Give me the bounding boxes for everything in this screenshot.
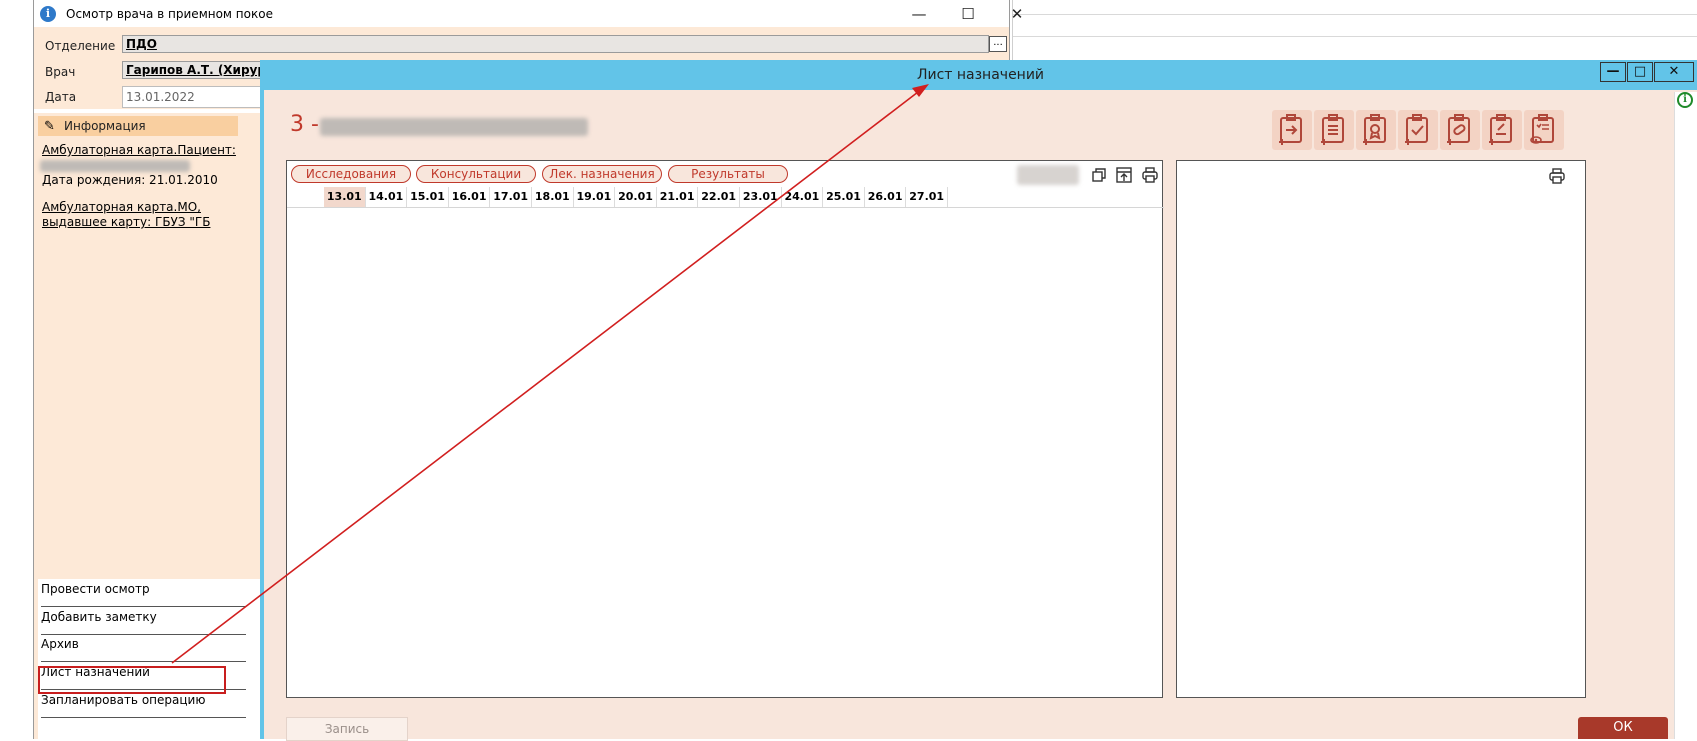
date-label: Дата: [45, 90, 77, 104]
ok-button[interactable]: ОК: [1578, 717, 1668, 739]
print-icon[interactable]: [1548, 167, 1566, 185]
clipboard-check-icon[interactable]: [1398, 110, 1438, 150]
info-header[interactable]: ✎ Информация: [38, 116, 238, 136]
date-column-19.01[interactable]: 19.01: [574, 187, 616, 207]
date-column-25.01[interactable]: 25.01: [823, 187, 865, 207]
save-button[interactable]: Запись: [286, 717, 408, 741]
redacted-patient-name: [40, 160, 190, 172]
date-column-13.01[interactable]: 13.01: [324, 187, 366, 207]
rx-maximize-button[interactable]: □: [1627, 62, 1653, 82]
rx-scrollbar[interactable]: [1674, 92, 1697, 739]
actions-list: Провести осмотр Добавить заметку Архив Л…: [38, 579, 270, 739]
tab-research[interactable]: Исследования: [291, 165, 411, 183]
info-panel: ✎ Информация Амбулаторная карта.Пациент:…: [34, 113, 286, 739]
patient-card-link[interactable]: Амбулаторная карта.Пациент:: [42, 143, 236, 157]
clipboard-arrow-icon[interactable]: [1272, 110, 1312, 150]
action-archive[interactable]: Архив: [41, 634, 246, 662]
issuing-org-link-line1[interactable]: Амбулаторная карта.МО,: [42, 200, 201, 214]
redacted-field: [1017, 165, 1079, 185]
info-icon[interactable]: i: [1677, 92, 1693, 108]
tab-consultations[interactable]: Консультации: [416, 165, 536, 183]
clipboard-add-list-icon[interactable]: [1314, 110, 1354, 150]
background-window: [1012, 0, 1697, 60]
maximize-button[interactable]: ☐: [953, 4, 983, 24]
action-add-note[interactable]: Добавить заметку: [41, 607, 246, 635]
action-conduct-exam[interactable]: Провести осмотр: [41, 579, 246, 607]
date-column-15.01[interactable]: 15.01: [407, 187, 449, 207]
action-schedule-operation[interactable]: Запланировать операцию: [41, 690, 246, 718]
dates-header: 13.01 14.01 15.01 16.01 17.01 18.01 19.01 20.01…: [287, 187, 1164, 208]
date-column-23.01[interactable]: 23.01: [740, 187, 782, 207]
rx-window-title: Лист назначений: [916, 67, 1045, 83]
date-column-17.01[interactable]: 17.01: [490, 187, 532, 207]
prescription-window: Лист назначений — □ ✕ i 3 - Исследования…: [260, 60, 1697, 741]
notes-icon: ✎: [44, 119, 55, 134]
redacted-patient-name: [320, 118, 588, 136]
birth-date: Дата рождения: 21.01.2010: [42, 173, 218, 187]
date-column-20.01[interactable]: 20.01: [615, 187, 657, 207]
department-browse-button[interactable]: ...: [989, 36, 1007, 52]
rx-close-button[interactable]: ✕: [1654, 62, 1694, 82]
info-header-label: Информация: [64, 119, 146, 133]
clipboard-pen-icon[interactable]: [1482, 110, 1522, 150]
minimize-button[interactable]: —: [904, 4, 934, 24]
date-column-27.01[interactable]: 27.01: [906, 187, 948, 207]
doctor-label: Врач: [45, 65, 76, 79]
clipboard-view-icon[interactable]: [1524, 110, 1564, 150]
rx-minimize-button[interactable]: —: [1600, 62, 1626, 82]
app-info-icon: i: [40, 6, 56, 22]
date-column-14.01[interactable]: 14.01: [366, 187, 408, 207]
date-column-26.01[interactable]: 26.01: [865, 187, 907, 207]
exam-window-title: Осмотр врача в приемном покое: [66, 7, 273, 21]
export-icon[interactable]: [1115, 166, 1133, 184]
tab-results[interactable]: Результаты: [668, 165, 788, 183]
print-icon[interactable]: [1141, 166, 1159, 184]
copy-icon[interactable]: [1090, 166, 1108, 184]
clipboard-pill-icon[interactable]: [1440, 110, 1480, 150]
prescriptions-pane: Исследования Консультации Лек. назначени…: [286, 160, 1164, 698]
date-column-24.01[interactable]: 24.01: [782, 187, 824, 207]
department-field[interactable]: ПДО: [122, 35, 989, 53]
patient-number: 3 -: [290, 112, 319, 137]
clipboard-award-icon[interactable]: [1356, 110, 1396, 150]
date-column-18.01[interactable]: 18.01: [532, 187, 574, 207]
details-pane: [1176, 160, 1586, 698]
exam-title-bar: i Осмотр врача в приемном покое — ☐ ✕: [34, 0, 1023, 27]
close-button[interactable]: ✕: [1002, 4, 1032, 24]
date-column-22.01[interactable]: 22.01: [698, 187, 740, 207]
issuing-org-link-line2[interactable]: выдавшее карту: ГБУЗ "ГБ: [42, 215, 210, 229]
date-column-21.01[interactable]: 21.01: [657, 187, 699, 207]
rx-title-bar: Лист назначений — □ ✕: [264, 60, 1697, 90]
tab-medications[interactable]: Лек. назначения: [542, 165, 662, 183]
department-label: Отделение: [45, 39, 116, 53]
date-column-16.01[interactable]: 16.01: [449, 187, 491, 207]
